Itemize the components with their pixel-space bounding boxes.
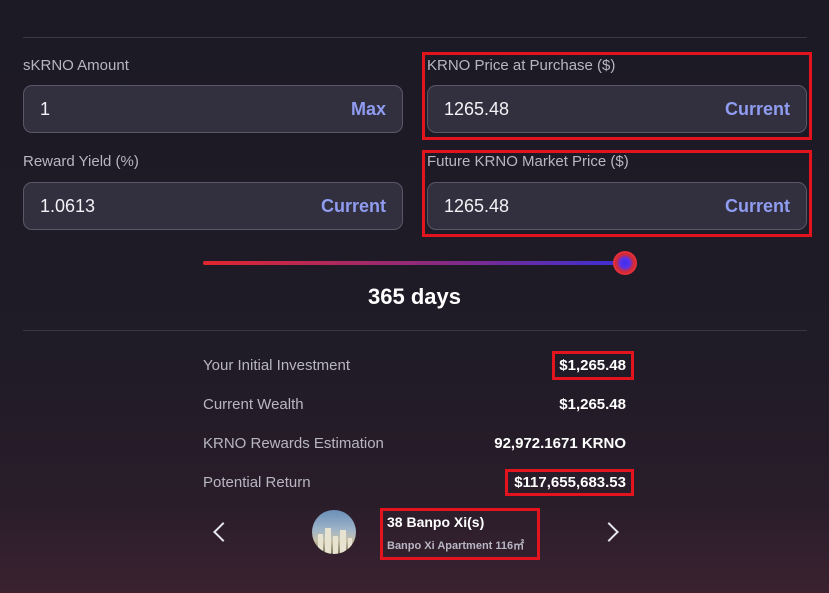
current-wealth-value: $1,265.48 bbox=[559, 396, 626, 413]
highlight-box-property bbox=[380, 508, 540, 560]
reward-yield-field[interactable]: 1.0613 Current bbox=[23, 182, 403, 230]
reward-yield-label: Reward Yield (%) bbox=[23, 153, 139, 170]
initial-investment-label: Your Initial Investment bbox=[203, 357, 351, 374]
top-divider bbox=[23, 37, 807, 38]
chevron-right-icon[interactable] bbox=[599, 522, 619, 542]
rewards-estimation-label: KRNO Rewards Estimation bbox=[203, 435, 384, 452]
max-button[interactable]: Max bbox=[351, 99, 386, 120]
days-label: 365 days bbox=[368, 284, 461, 309]
skrno-amount-field[interactable]: 1 Max bbox=[23, 85, 403, 133]
middle-divider bbox=[23, 330, 807, 331]
days-slider-handle[interactable] bbox=[613, 251, 637, 275]
days-slider-track[interactable] bbox=[203, 261, 625, 265]
potential-return-label: Potential Return bbox=[203, 474, 311, 491]
skrno-amount-label: sKRNO Amount bbox=[23, 57, 129, 74]
highlight-box-initial-investment bbox=[552, 351, 634, 380]
reward-yield-current-button[interactable]: Current bbox=[321, 196, 386, 217]
highlight-box-price-at-purchase bbox=[422, 52, 812, 140]
reward-yield-value[interactable]: 1.0613 bbox=[40, 196, 95, 217]
property-thumbnail bbox=[312, 510, 356, 554]
current-wealth-label: Current Wealth bbox=[203, 396, 304, 413]
skrno-amount-value[interactable]: 1 bbox=[40, 99, 50, 120]
rewards-estimation-value: 92,972.1671 KRNO bbox=[494, 435, 626, 452]
highlight-box-potential-return bbox=[505, 469, 634, 496]
chevron-left-icon[interactable] bbox=[213, 522, 233, 542]
highlight-box-future-price bbox=[422, 150, 812, 237]
